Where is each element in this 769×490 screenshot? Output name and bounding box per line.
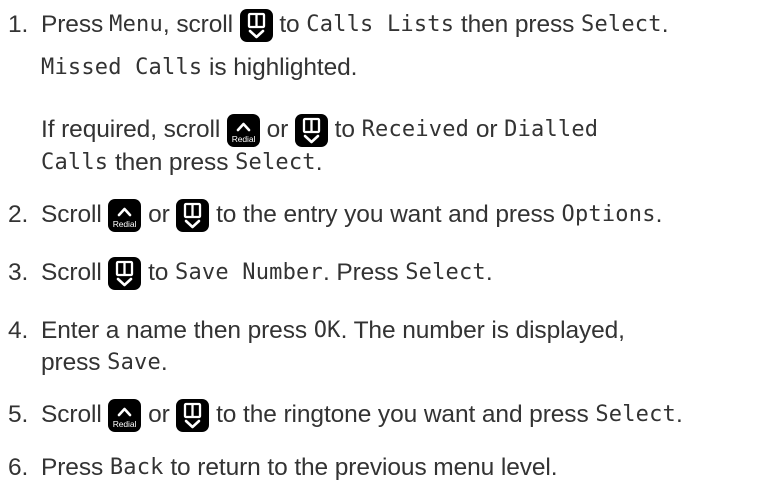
text: is highlighted. [202,54,358,81]
text: Scroll [41,401,109,428]
text: to the ringtone you want and press [209,401,596,428]
step-number: 2. [8,201,29,228]
text: . [661,11,669,38]
display-text: Save Number [175,260,323,285]
text: press [41,349,108,376]
text: to [327,116,362,143]
text: . [160,349,168,376]
text: . [315,149,323,176]
display-text: Dialled [504,117,599,142]
text: . [655,201,663,228]
redial-key-label: Redial [232,134,256,144]
redial-up-key-icon: Redial [108,398,142,432]
text: Enter a name then press [41,317,314,344]
text: , scroll [162,11,240,38]
display-text: Options [561,202,656,227]
display-text: Back [109,455,164,480]
display-text: Select [595,402,676,427]
text: or [141,201,177,228]
text: to the entry you want and press [209,201,562,228]
redial-up-key-icon: Redial [226,113,260,147]
text: . The number is displayed, [340,317,625,344]
step-6-line-1: 6. Press Back to return to the previous … [8,453,558,483]
text: or [141,401,177,428]
step-number: 3. [8,259,29,286]
step-4-line-2: press Save . [41,348,168,378]
display-text: Missed Calls [41,55,203,80]
step-1-line-1: 1. Press Menu , scroll to Calls Lists th… [8,8,669,42]
text: then press [454,11,582,38]
step-1-line-3: If required, scroll Redial or to Receive… [41,113,599,147]
phonebook-down-key-icon [239,8,273,42]
text: Press [41,11,104,38]
step-number: 5. [8,401,29,428]
text: or [469,116,505,143]
step-3-line-1: 3. Scroll to Save Number . Press Select … [8,256,493,290]
redial-key-label: Redial [113,419,137,429]
step-4-line-1: 4. Enter a name then press OK . The numb… [8,316,625,346]
text: Scroll [41,259,109,286]
display-text: Menu [109,12,163,37]
text: then press [108,149,236,176]
phonebook-down-key-icon [108,256,142,290]
redial-up-key-icon: Redial [108,198,142,232]
step-2-line-1: 2. Scroll Redial or to the entry you wan… [8,198,663,232]
display-text: Received [361,117,470,142]
text: . Press [322,259,406,286]
text: to [141,259,176,286]
step-5-line-1: 5. Scroll Redial or to the ringtone you … [8,398,683,432]
step-number: 6. [8,454,29,481]
step-number: 4. [8,317,29,344]
phonebook-down-key-icon [294,113,328,147]
text: to [272,11,307,38]
phonebook-down-key-icon [176,398,210,432]
text: . [485,259,493,286]
instruction-document: 1. Press Menu , scroll to Calls Lists th… [0,0,769,490]
phonebook-down-key-icon [176,198,210,232]
step-1-line-2: Missed Calls is highlighted. [41,53,357,83]
text: Scroll [41,201,109,228]
step-1-line-4: Calls then press Select . [41,148,323,178]
display-text: Calls [41,150,109,175]
text: Press [41,454,110,481]
display-text: Select [405,260,486,285]
text: If required, scroll [41,116,227,143]
step-number: 1. [8,11,29,38]
display-text: Save [107,350,161,375]
text: to return to the previous menu level. [163,454,558,481]
text: or [259,116,295,143]
display-text: Select [235,150,316,175]
redial-key-label: Redial [113,219,137,229]
display-text: Calls Lists [306,12,455,37]
display-text: Select [581,12,662,37]
display-text: OK [313,318,341,343]
text: . [675,401,683,428]
